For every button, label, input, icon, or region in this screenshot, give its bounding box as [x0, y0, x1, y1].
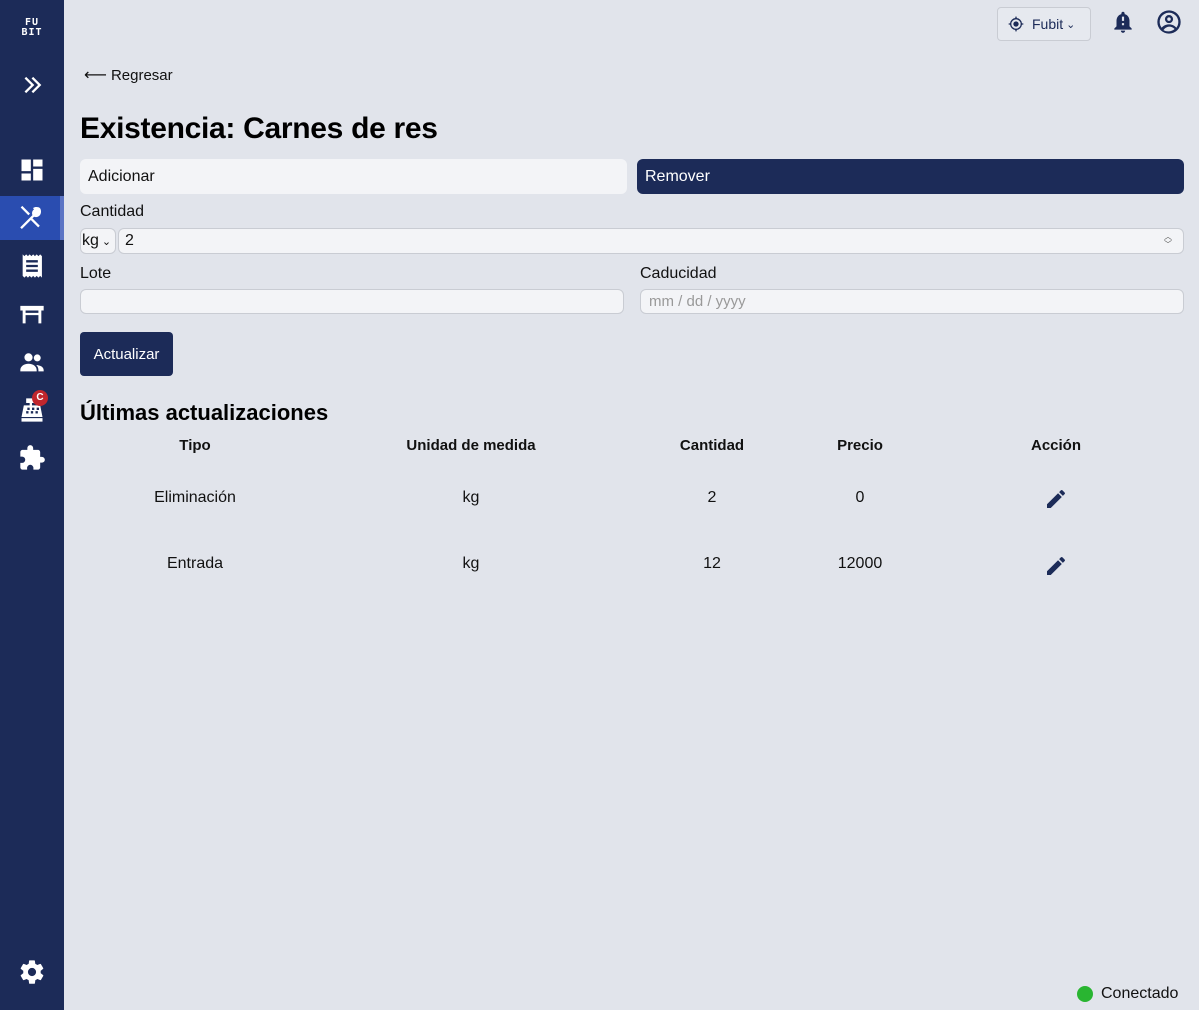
cell-precio: 12000	[837, 555, 883, 572]
chevron-down-icon: ⌄	[1066, 18, 1076, 31]
sidebar-item-orders[interactable]	[0, 244, 64, 288]
edit-button[interactable]	[1044, 554, 1068, 578]
connection-status: Conectado	[1077, 985, 1178, 1003]
updates-section-title: Últimas actualizaciones	[80, 400, 329, 425]
location-label: Fubit	[1032, 16, 1064, 32]
table-icon	[20, 305, 44, 324]
quantity-value: 2	[125, 232, 134, 249]
bell-icon[interactable]	[1110, 8, 1136, 36]
remove-mode-button[interactable]: Remover	[637, 159, 1184, 194]
expiry-label: Caducidad	[640, 265, 717, 282]
sidebar-item-cashier[interactable]: C	[0, 388, 64, 432]
sidebar-item-tables[interactable]	[0, 292, 64, 336]
update-button[interactable]: Actualizar	[80, 332, 173, 376]
arrow-left-icon: ⟵	[84, 67, 107, 84]
edit-button[interactable]	[1044, 487, 1068, 511]
unit-select[interactable]: kg ⌄	[80, 228, 116, 254]
quantity-label: Cantidad	[80, 203, 145, 220]
unit-value: kg	[82, 232, 99, 249]
receipt-icon	[22, 254, 42, 278]
user-account-icon[interactable]	[1155, 8, 1183, 36]
location-target-icon	[1008, 16, 1024, 32]
location-selector[interactable]: Fubit ⌄	[997, 7, 1091, 41]
cell-tipo: Entrada	[166, 555, 224, 572]
puzzle-icon	[20, 445, 45, 470]
app-logo[interactable]: FU BIT	[0, 18, 64, 38]
sidebar: FU BIT C	[0, 0, 64, 1010]
dashboard-icon	[21, 159, 43, 181]
column-header-precio: Precio	[837, 437, 883, 454]
column-header-unidad: Unidad de medida	[406, 437, 536, 454]
spin-down-icon: ﹀	[1164, 240, 1172, 249]
chevron-down-icon: ⌄	[101, 235, 112, 248]
people-icon	[20, 353, 44, 372]
sidebar-item-users[interactable]	[0, 340, 64, 384]
back-label: Regresar	[110, 66, 173, 84]
sidebar-item-plugins[interactable]	[0, 436, 64, 480]
pencil-icon	[1047, 489, 1066, 508]
expiry-placeholder: mm / dd / yyyy	[649, 293, 746, 310]
expand-sidebar-button[interactable]	[0, 63, 64, 107]
sidebar-item-settings[interactable]	[0, 950, 64, 994]
back-link[interactable]: ⟵ Regresar	[84, 65, 173, 85]
status-dot	[1077, 986, 1093, 1002]
cell-unidad: kg	[462, 555, 480, 572]
cell-precio: 0	[855, 489, 865, 506]
gear-icon	[20, 960, 44, 984]
sidebar-item-menu[interactable]	[0, 196, 64, 240]
notification-badge: C	[32, 390, 48, 406]
column-header-accion: Acción	[1030, 437, 1081, 454]
double-chevron-right-icon	[24, 76, 42, 94]
quantity-input[interactable]: 2 ︿ ﹀	[118, 228, 1184, 254]
number-spinner[interactable]: ︿ ﹀	[1163, 233, 1173, 249]
add-mode-button[interactable]: Adicionar	[80, 159, 627, 194]
lot-label: Lote	[80, 265, 112, 282]
sidebar-item-dashboard[interactable]	[0, 148, 64, 192]
lot-input[interactable]	[80, 289, 624, 314]
status-label: Conectado	[1101, 985, 1179, 1002]
utensils-icon	[20, 205, 42, 229]
column-header-tipo: Tipo	[179, 437, 211, 454]
cell-unidad: kg	[462, 489, 480, 506]
cell-tipo: Eliminación	[154, 489, 236, 506]
pencil-icon	[1047, 556, 1066, 575]
page-title: Existencia: Carnes de res	[80, 112, 438, 145]
expiry-date-input[interactable]: mm / dd / yyyy	[640, 289, 1184, 314]
